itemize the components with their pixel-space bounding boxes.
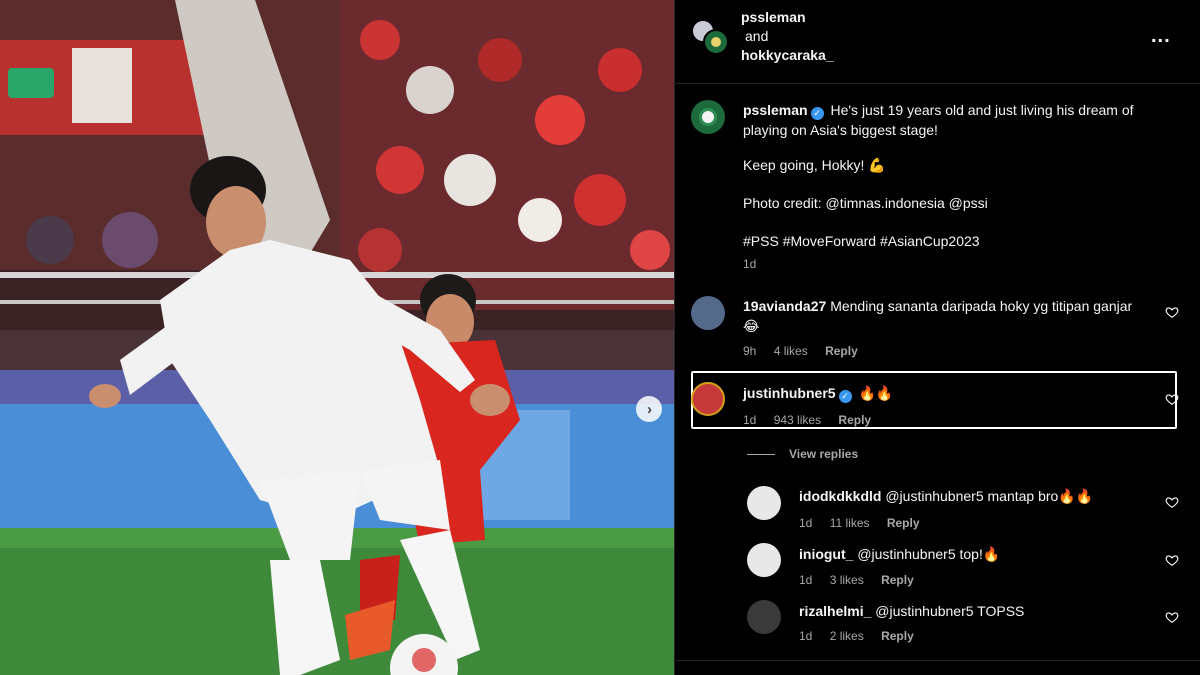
comment-username[interactable]: 19avianda27 [743, 298, 826, 314]
header-username-1[interactable]: pssleman [741, 9, 806, 25]
avatar[interactable] [747, 543, 781, 577]
header-username-2[interactable]: hokkycaraka_ [741, 47, 834, 63]
comment-time: 9h [743, 344, 757, 358]
reply-button[interactable]: Reply [887, 516, 920, 530]
post-caption: pssleman ✓ He's just 19 years old and jus… [743, 100, 1163, 140]
reply-username[interactable]: iniogut_ [799, 546, 853, 562]
football-photo [0, 0, 674, 675]
reply-username[interactable]: rizalhelmi_ [799, 603, 871, 619]
chevron-right-icon: › [647, 400, 652, 418]
caption-avatar[interactable] [691, 100, 725, 134]
caption-meta: 1d [743, 257, 770, 271]
avatar[interactable] [747, 600, 781, 634]
reply-likes[interactable]: 2 likes [830, 629, 864, 643]
caption-credit: Photo credit: @timnas.indonesia @pssi [743, 195, 988, 211]
comment-text: Mending sananta daripada hoky yg titipan… [830, 298, 1133, 314]
heart-icon[interactable] [1165, 610, 1179, 624]
comment-username[interactable]: justinhubner5 [743, 385, 836, 401]
reply-time: 1d [799, 629, 813, 643]
reply-3: rizalhelmi_ @justinhubner5 TOPSS [799, 601, 1024, 621]
reply-text: @justinhubner5 TOPSS [875, 603, 1025, 619]
view-replies-button[interactable]: View replies [747, 447, 858, 461]
comment-time: 1d [743, 413, 757, 427]
reply-button[interactable]: Reply [825, 344, 858, 358]
comment-likes[interactable]: 943 likes [774, 413, 821, 427]
more-options-icon[interactable]: ... [1151, 26, 1171, 46]
reply-2-meta: 1d 3 likes Reply [799, 573, 928, 587]
reply-text: @justinhubner5 mantap bro🔥🔥 [885, 488, 1094, 504]
reply-button[interactable]: Reply [881, 629, 914, 643]
reply-likes[interactable]: 11 likes [830, 516, 870, 530]
reply-likes[interactable]: 3 likes [830, 573, 864, 587]
view-replies-label: View replies [789, 447, 859, 461]
heart-icon[interactable] [1165, 392, 1179, 406]
divider [675, 660, 1200, 661]
reply-time: 1d [799, 573, 813, 587]
comment-1: 19avianda27 Mending sananta daripada hok… [743, 296, 1163, 336]
reply-time: 1d [799, 516, 813, 530]
reply-1-meta: 1d 11 likes Reply [799, 516, 934, 530]
caption-time: 1d [743, 257, 757, 271]
comment-emoji: 😂 [743, 318, 760, 334]
verified-badge-icon: ✓ [838, 390, 852, 403]
avatar[interactable] [691, 382, 725, 416]
comment-2: justinhubner5 ✓ 🔥🔥 [743, 383, 893, 403]
reply-3-meta: 1d 2 likes Reply [799, 629, 928, 643]
reply-button[interactable]: Reply [838, 413, 871, 427]
comment-2-meta: 1d 943 likes Reply [743, 413, 885, 427]
post-photo[interactable]: › [0, 0, 674, 675]
next-photo-button[interactable]: › [636, 396, 662, 422]
comment-1-meta: 9h 4 likes Reply [743, 344, 872, 358]
verified-badge-icon: ✓ [810, 107, 824, 120]
caption-hashtags[interactable]: #PSS #MoveForward #AsianCup2023 [743, 233, 980, 249]
header-and-text: and [745, 28, 769, 44]
comment-likes[interactable]: 4 likes [774, 344, 808, 358]
avatar[interactable] [747, 486, 781, 520]
reply-2: iniogut_ @justinhubner5 top!🔥 [799, 544, 1000, 564]
reply-button[interactable]: Reply [881, 573, 914, 587]
avatar [703, 29, 729, 55]
instagram-post-view: › pssleman and hokkycaraka_ ... pssleman… [0, 0, 1200, 675]
collab-avatars[interactable] [691, 19, 729, 57]
heart-icon[interactable] [1165, 495, 1179, 509]
heart-icon[interactable] [1165, 305, 1179, 319]
avatar[interactable] [691, 296, 725, 330]
reply-text: @justinhubner5 top!🔥 [857, 546, 1001, 562]
post-header: pssleman and hokkycaraka_ ... [675, 0, 1200, 84]
comment-text: 🔥🔥 [858, 385, 894, 401]
heart-icon[interactable] [1165, 553, 1179, 567]
caption-username[interactable]: pssleman [743, 102, 808, 118]
caption-line-2: Keep going, Hokky! 💪 [743, 157, 886, 173]
post-side-panel: pssleman and hokkycaraka_ ... pssleman ✓ … [674, 0, 1200, 675]
reply-username[interactable]: idodkdkkdld [799, 488, 881, 504]
reply-1: idodkdkkdld @justinhubner5 mantap bro🔥🔥 [799, 486, 1093, 506]
